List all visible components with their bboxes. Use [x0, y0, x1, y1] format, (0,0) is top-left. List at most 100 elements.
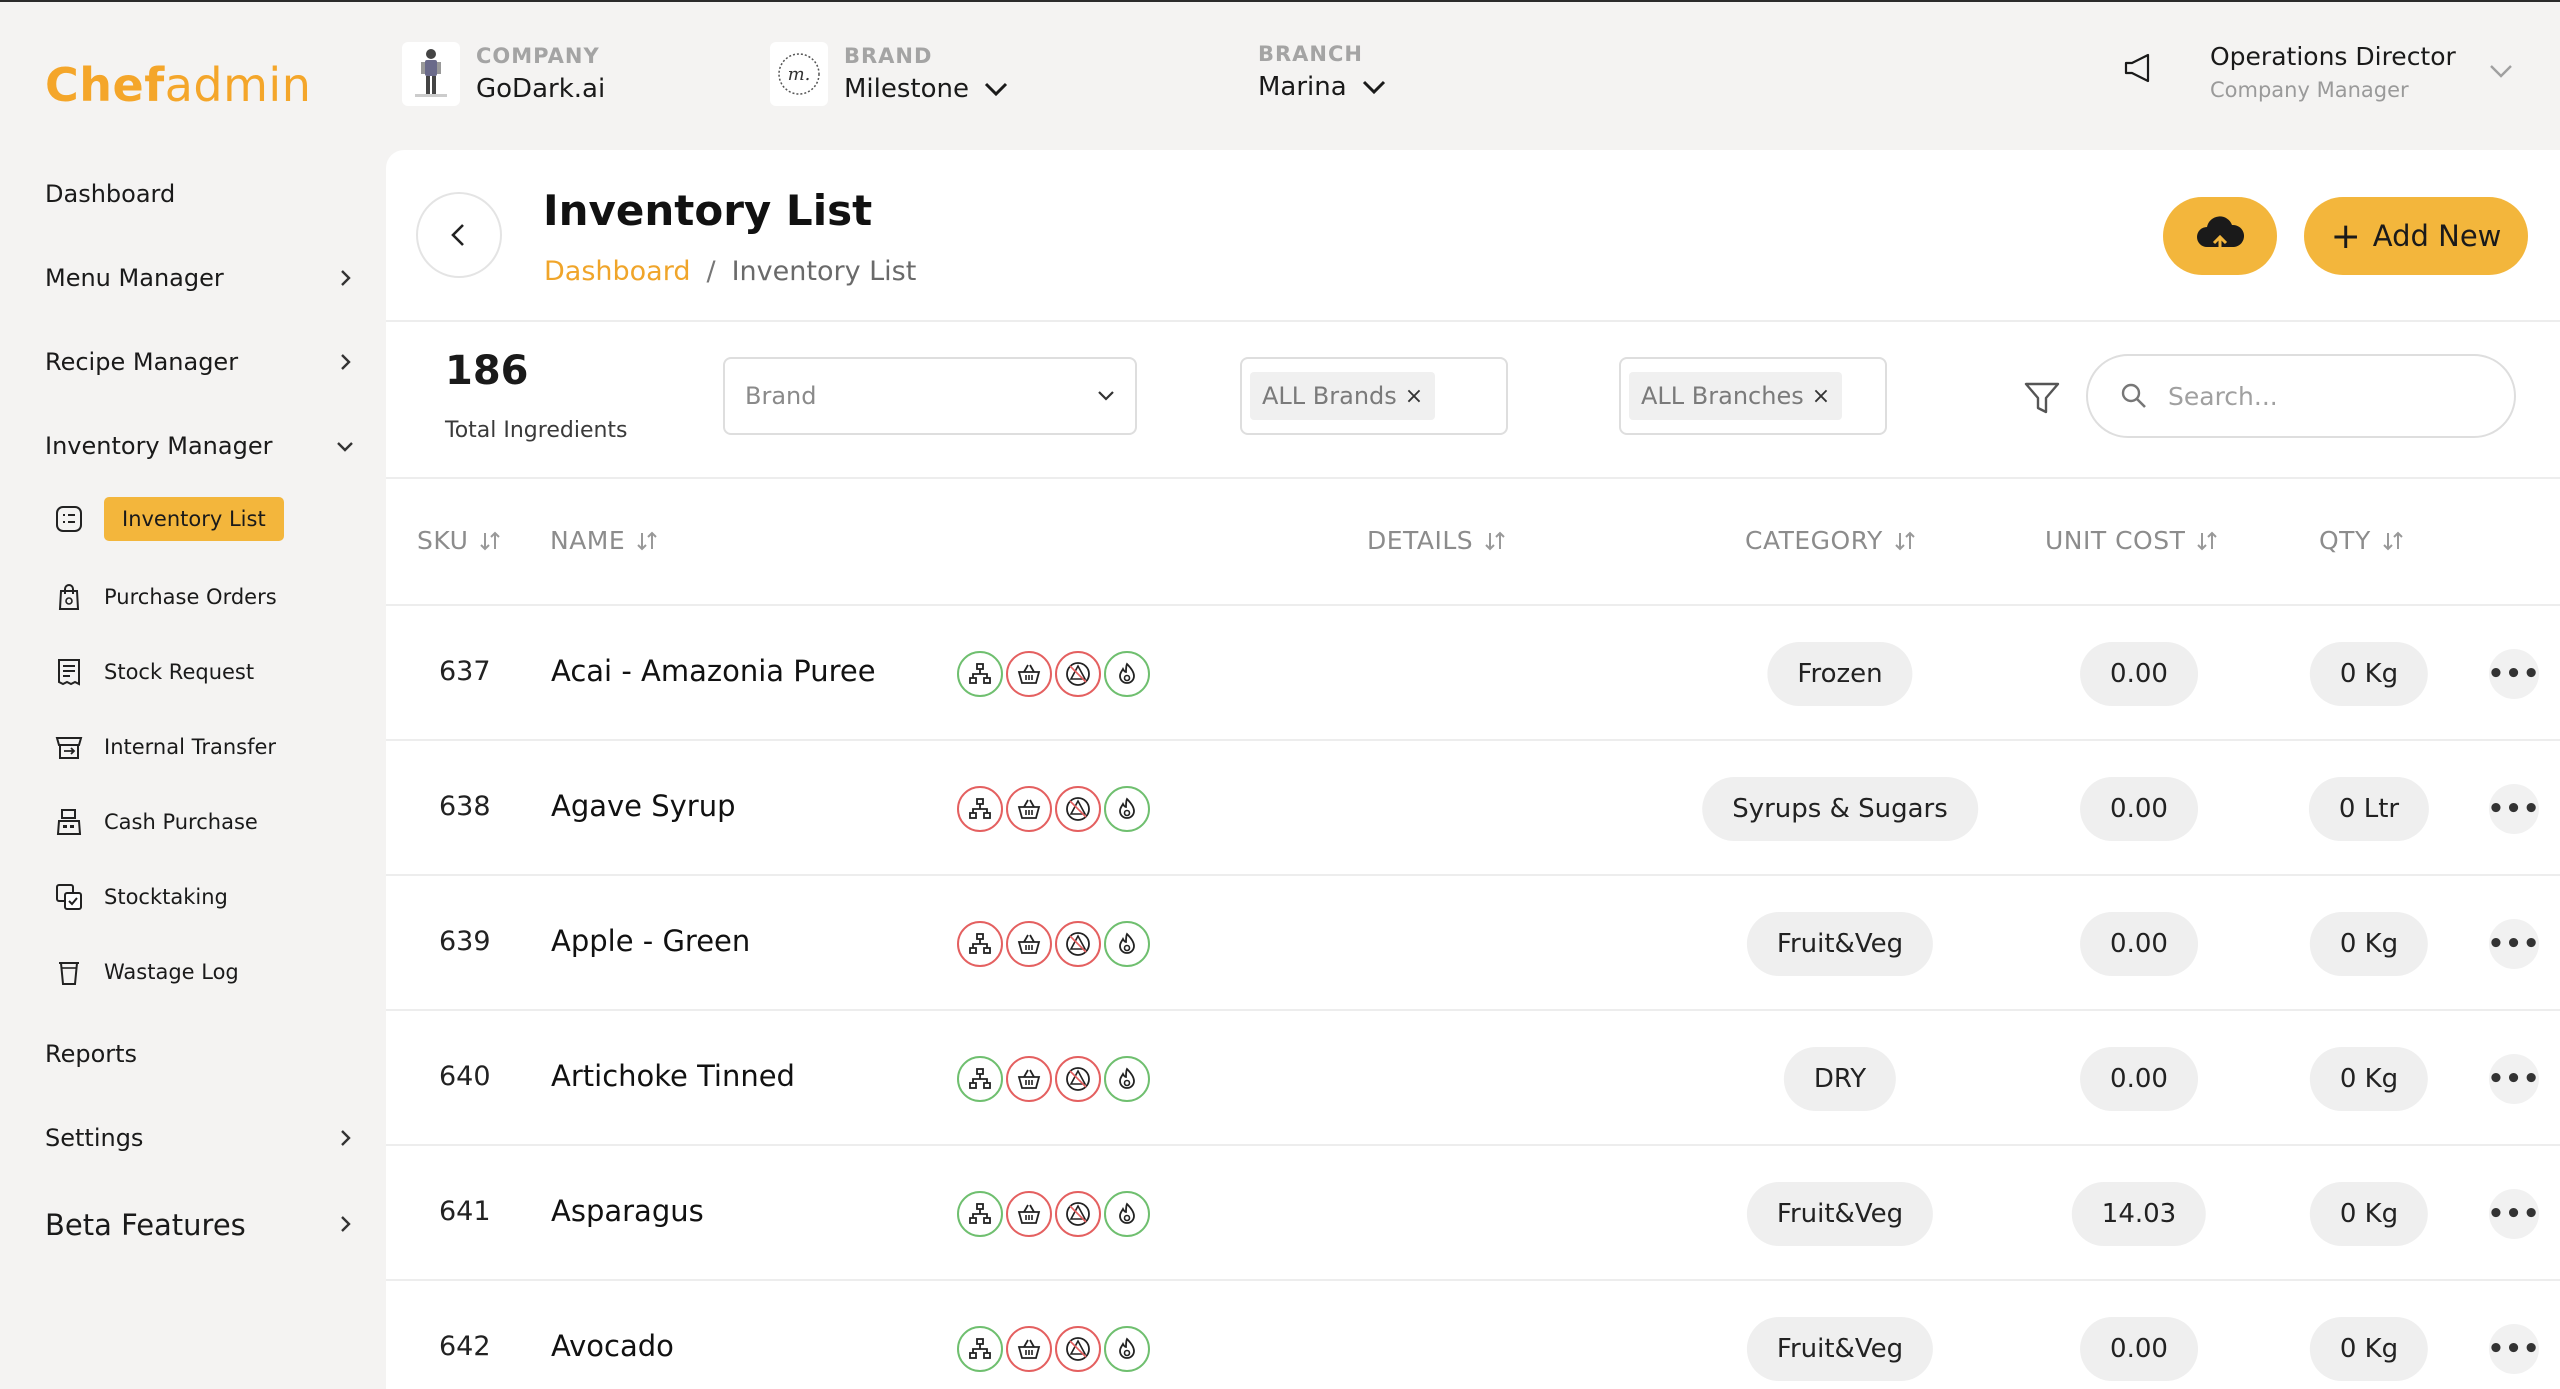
- more-options-button[interactable]: •••: [2488, 919, 2539, 969]
- shopping-bag-icon: [52, 580, 86, 614]
- sidebar-subitem-cash-purchase[interactable]: Cash Purchase: [52, 805, 258, 839]
- branch-selector[interactable]: BRANCH Marina: [1258, 42, 1387, 102]
- cloud-upload-button[interactable]: [2163, 197, 2277, 275]
- column-header-category[interactable]: CATEGORY: [1745, 526, 1917, 555]
- sidebar-item-recipe-manager[interactable]: Recipe Manager: [45, 348, 357, 376]
- column-header-name[interactable]: NAME: [550, 526, 659, 555]
- back-button[interactable]: [416, 192, 502, 278]
- transfer-icon: [52, 730, 86, 764]
- stocktake-icon: [52, 880, 86, 914]
- sidebar-item-dashboard[interactable]: Dashboard: [45, 180, 357, 208]
- more-options-button[interactable]: •••: [2488, 649, 2539, 699]
- basket-icon[interactable]: [1006, 1056, 1052, 1102]
- tag-all-branches: ALL Branches ×: [1629, 372, 1843, 420]
- brand-selector[interactable]: m. BRAND Milestone: [770, 42, 1009, 106]
- cell-name[interactable]: Acai - Amazonia Puree: [551, 654, 876, 688]
- flame-icon[interactable]: [1104, 651, 1150, 697]
- table-row[interactable]: 640 Artichoke Tinned DRY 0.00 0 Kg •••: [386, 1011, 2560, 1146]
- add-new-label: Add New: [2372, 219, 2502, 253]
- table-row[interactable]: 642 Avocado Fruit&Veg 0.00 0 Kg •••: [386, 1281, 2560, 1389]
- basket-icon[interactable]: [1006, 1191, 1052, 1237]
- user-name[interactable]: Operations Director: [2210, 42, 2456, 71]
- column-header-details[interactable]: DETAILS: [1367, 526, 1507, 555]
- chevron-down-icon: [337, 442, 353, 452]
- cell-qty: 0 Kg: [2309, 1317, 2429, 1381]
- sidebar-item-beta-features[interactable]: Beta Features: [45, 1208, 357, 1242]
- chevron-down-icon[interactable]: [2488, 62, 2514, 80]
- search-input[interactable]: [2168, 381, 2468, 411]
- receipt-icon: [52, 655, 86, 689]
- sort-icon: [1485, 531, 1505, 550]
- flame-icon[interactable]: [1104, 786, 1150, 832]
- basket-icon[interactable]: [1006, 1326, 1052, 1372]
- sidebar-subitem-purchase-orders[interactable]: Purchase Orders: [52, 580, 277, 614]
- cell-category: Syrups & Sugars: [1702, 777, 1978, 841]
- allergen-icon[interactable]: [1055, 1326, 1101, 1372]
- flame-icon[interactable]: [1104, 1191, 1150, 1237]
- column-header-unit-cost[interactable]: UNIT COST: [2045, 526, 2219, 555]
- cell-name[interactable]: Apple - Green: [551, 924, 750, 958]
- table-row[interactable]: 638 Agave Syrup Syrups & Sugars 0.00 0 Ltr ••…: [386, 741, 2560, 876]
- cell-name[interactable]: Agave Syrup: [551, 789, 736, 823]
- brand-filter-select[interactable]: Brand: [723, 357, 1137, 435]
- basket-icon[interactable]: [1006, 651, 1052, 697]
- megaphone-icon[interactable]: [2120, 52, 2156, 84]
- hierarchy-icon[interactable]: [957, 1191, 1003, 1237]
- more-options-button[interactable]: •••: [2488, 1189, 2539, 1239]
- breadcrumb-dashboard-link[interactable]: Dashboard: [544, 256, 690, 287]
- filter-icon[interactable]: [2022, 378, 2062, 418]
- more-options-button[interactable]: •••: [2488, 1054, 2539, 1104]
- hierarchy-icon[interactable]: [957, 651, 1003, 697]
- column-header-qty[interactable]: QTY: [2319, 526, 2405, 555]
- allergen-icon[interactable]: [1055, 1191, 1101, 1237]
- sidebar-subitem-wastage-log[interactable]: Wastage Log: [52, 955, 239, 989]
- hierarchy-icon[interactable]: [957, 1056, 1003, 1102]
- allergen-icon[interactable]: [1055, 921, 1101, 967]
- app-logo[interactable]: Chefadmin: [45, 58, 311, 112]
- flame-icon[interactable]: [1104, 921, 1150, 967]
- cell-unit-cost: 0.00: [2080, 1317, 2198, 1381]
- sidebar-item-menu-manager[interactable]: Menu Manager: [45, 264, 357, 292]
- more-options-button[interactable]: •••: [2488, 784, 2539, 834]
- brand-caption: BRAND: [844, 44, 933, 68]
- cell-name[interactable]: Avocado: [551, 1329, 674, 1363]
- sidebar-item-inventory-manager[interactable]: Inventory Manager: [45, 432, 357, 460]
- add-new-button[interactable]: + Add New: [2304, 197, 2528, 275]
- table-row[interactable]: 641 Asparagus Fruit&Veg 14.03 0 Kg •••: [386, 1146, 2560, 1281]
- page-title: Inventory List: [543, 186, 873, 235]
- cell-name[interactable]: Asparagus: [551, 1194, 704, 1228]
- sidebar-subitem-stock-request[interactable]: Stock Request: [52, 655, 254, 689]
- flame-icon[interactable]: [1104, 1056, 1150, 1102]
- remove-tag-icon[interactable]: ×: [1405, 384, 1423, 409]
- user-role: Company Manager: [2210, 78, 2409, 102]
- more-options-button[interactable]: •••: [2488, 1324, 2539, 1374]
- remove-tag-icon[interactable]: ×: [1812, 384, 1830, 409]
- hierarchy-icon[interactable]: [957, 921, 1003, 967]
- table-row[interactable]: 637 Acai - Amazonia Puree Frozen 0.00 0 Kg ••…: [386, 606, 2560, 741]
- sidebar-item-settings[interactable]: Settings: [45, 1124, 357, 1152]
- sidebar-subitem-inventory-list[interactable]: Inventory List: [52, 497, 284, 541]
- cell-sku: 640: [439, 1061, 491, 1092]
- allergen-icon[interactable]: [1055, 651, 1101, 697]
- cell-name[interactable]: Artichoke Tinned: [551, 1059, 795, 1093]
- allergen-icon[interactable]: [1055, 786, 1101, 832]
- hierarchy-icon[interactable]: [957, 1326, 1003, 1372]
- list-icon: [52, 502, 86, 536]
- branches-multiselect[interactable]: ALL Branches ×: [1619, 357, 1887, 435]
- cloud-upload-icon: [2197, 216, 2245, 255]
- sort-icon: [2197, 531, 2218, 550]
- brands-multiselect[interactable]: ALL Brands ×: [1240, 357, 1508, 435]
- allergen-icon[interactable]: [1055, 1056, 1101, 1102]
- sidebar-item-reports[interactable]: Reports: [45, 1040, 357, 1068]
- hierarchy-icon[interactable]: [957, 786, 1003, 832]
- sidebar-subitem-stocktaking[interactable]: Stocktaking: [52, 880, 228, 914]
- sidebar-subitem-internal-transfer[interactable]: Internal Transfer: [52, 730, 276, 764]
- brand-logo: m.: [770, 42, 828, 106]
- basket-icon[interactable]: [1006, 786, 1052, 832]
- company-logo: [402, 42, 460, 106]
- column-header-sku[interactable]: SKU: [417, 526, 502, 555]
- table-row[interactable]: 639 Apple - Green Fruit&Veg 0.00 0 Kg •••: [386, 876, 2560, 1011]
- search-field[interactable]: [2086, 354, 2516, 438]
- basket-icon[interactable]: [1006, 921, 1052, 967]
- flame-icon[interactable]: [1104, 1326, 1150, 1372]
